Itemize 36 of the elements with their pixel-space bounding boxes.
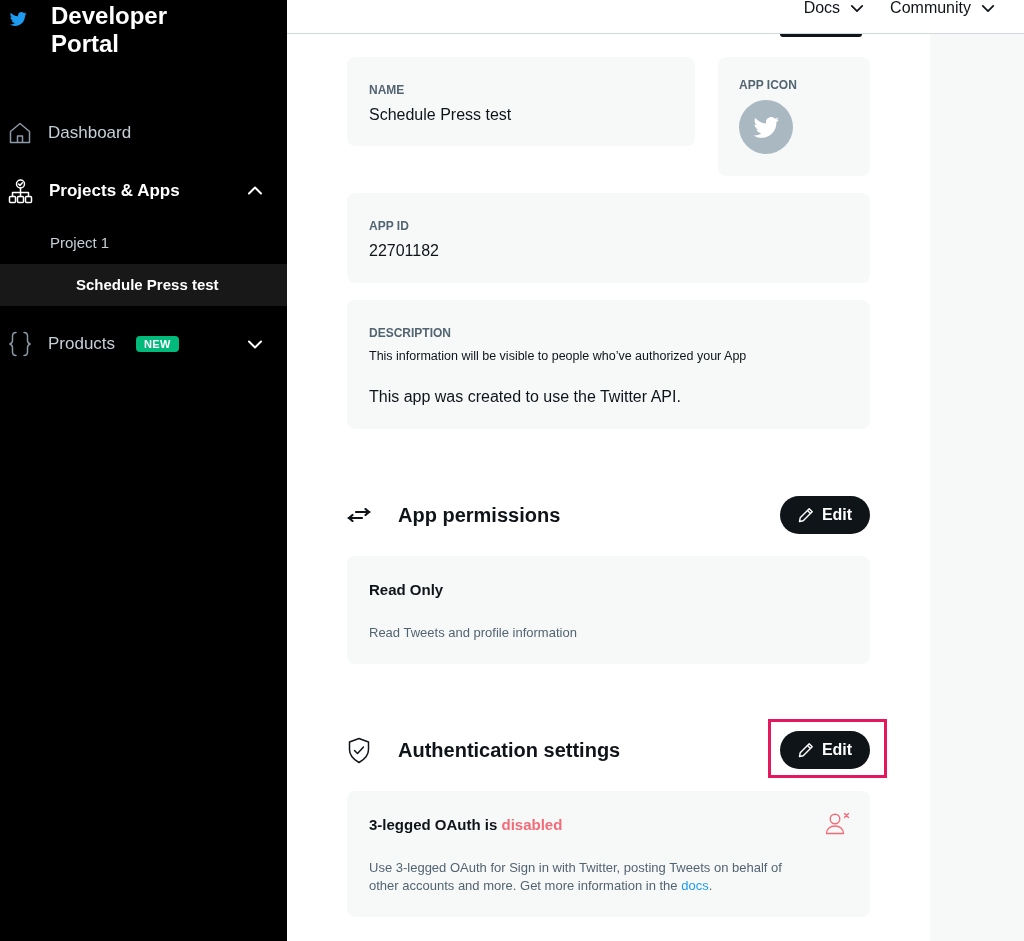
pencil-icon [797,507,814,523]
sidebar-subitem[interactable]: Schedule Press test [0,264,287,306]
card-description: Read Tweets and profile information [369,624,578,642]
bird-avatar-icon [739,100,793,154]
card-title: 3-legged OAuth is disabled [369,816,563,834]
org-chart-icon [8,178,33,204]
field-label: NAME [369,83,406,97]
field-label: APP ICON [739,78,798,92]
pencil-icon [797,742,814,758]
sidebar-item[interactable]: Products NEW [0,315,287,373]
edit-button[interactable]: Edit [780,731,870,769]
nav-link[interactable]: Community [890,0,995,16]
edit-button[interactable]: Edit [780,496,870,534]
person-x-icon [825,812,850,835]
card-title: Read Only [369,581,444,599]
sidebar-item[interactable]: Dashboard [0,104,287,162]
section-title: Authentication settings [398,738,621,762]
field-label: DESCRIPTION [369,326,452,340]
bird-logo-icon [8,10,28,28]
sidebar-item[interactable]: Projects & Apps [0,162,287,220]
braces-icon [8,331,32,357]
field-label: APP ID [369,219,410,233]
sidebar-subitem[interactable]: Project 1 [0,222,287,264]
button-edge[interactable] [780,34,862,37]
swap-arrows-icon [347,508,371,522]
house-icon [8,121,32,145]
nav-link[interactable]: Docs [803,0,865,16]
field-value: 22701182 [369,241,440,261]
status-badge: NEW [136,336,179,352]
field-value: This app was created to use the Twitter API. [369,387,682,407]
section-title: App permissions [398,503,561,527]
field-value: Schedule Press test [369,105,513,125]
shield-check-icon [347,736,371,764]
portal-title: Developer Portal [51,2,169,58]
card-description: Use 3-legged OAuth for Sign in with Twitter, posting Tweets on behalf of other accounts and more. Get more information in the docs. [369,859,783,895]
field-hint: This information will be visible to people who’ve authorized your App [369,348,748,364]
